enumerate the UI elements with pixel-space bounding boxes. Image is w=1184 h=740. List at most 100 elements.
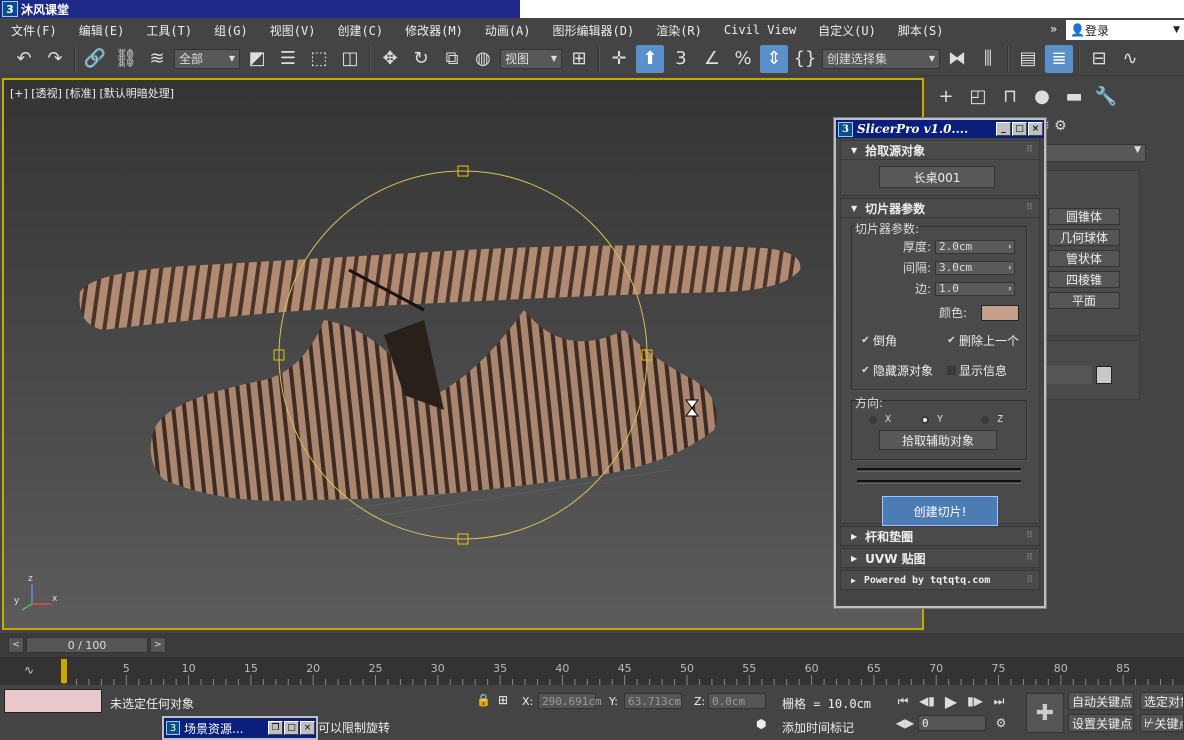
selection-filter-dropdown[interactable]: 全部 ▼ — [174, 48, 240, 69]
key-mode-icon[interactable]: ◀▶ — [896, 716, 914, 730]
set-key-big-button[interactable]: ✚ — [1026, 693, 1064, 733]
time-cursor[interactable] — [61, 659, 67, 683]
interval-spinner[interactable]: 3.0cm ⬍ — [935, 260, 1016, 275]
viewport-label[interactable]: [+] [透视] [标准] [默认明暗处理] — [10, 85, 174, 101]
powered-by-rollout-header[interactable]: ▶ Powered by tqtqtq.com ⠿ — [840, 570, 1040, 590]
login-dropdown[interactable]: 👤 登录 ▼ — [1066, 20, 1184, 40]
material-editor-icon[interactable]: ∿ — [1116, 45, 1144, 73]
auto-key-button[interactable]: 自动关键点 — [1068, 692, 1134, 710]
time-slider-thumb[interactable]: 0 / 100 — [26, 637, 148, 653]
unlink-icon[interactable]: ⛓ — [112, 45, 140, 73]
menu-scripting[interactable]: 脚本(S) — [887, 22, 955, 39]
uvw-rollout-header[interactable]: ▶ UVW 贴图 ⠿ — [840, 548, 1040, 568]
scene-explorer-window[interactable]: 3 场景资源... ❐ □ × — [162, 716, 318, 740]
maximize-icon[interactable]: □ — [1012, 122, 1027, 136]
go-to-start-icon[interactable]: ⏮ — [896, 694, 910, 708]
key-filters-button[interactable]: ⊬ 关键点 — [1140, 714, 1184, 732]
motion-icon[interactable]: ● — [1030, 86, 1054, 107]
menu-civil-view[interactable]: Civil View — [713, 23, 807, 37]
selected-dropdown[interactable]: 选定对象 — [1140, 692, 1184, 710]
minimize-icon[interactable]: _ — [996, 122, 1011, 136]
rods-rollout-header[interactable]: ▶ 杆和垫圈 ⠿ — [840, 526, 1040, 546]
x-coordinate-field[interactable]: 290.691cm — [538, 693, 602, 709]
time-tag-icon[interactable]: ⬢ — [756, 717, 766, 731]
layer-explorer-icon[interactable]: ▤ — [1014, 45, 1042, 73]
edit-named-sets-icon[interactable]: {} — [791, 45, 819, 73]
menu-overflow-icon[interactable]: » — [1050, 22, 1057, 36]
menu-file[interactable]: 文件(F) — [0, 22, 68, 39]
set-key-button[interactable]: 设置关键点 — [1068, 714, 1134, 732]
select-object-icon[interactable]: ◩ — [243, 45, 271, 73]
object-color-swatch[interactable] — [1096, 366, 1112, 384]
move-icon[interactable]: ✥ — [376, 45, 404, 73]
geosphere-button[interactable]: 几何球体 — [1048, 229, 1120, 246]
slicer-params-rollout-header[interactable]: ▼ 切片器参数 ⠿ — [840, 198, 1040, 218]
menu-tools[interactable]: 工具(T) — [135, 22, 203, 39]
edge-spinner[interactable]: 1.0 ⬍ — [935, 281, 1016, 296]
chevron-right-icon[interactable]: > — [150, 637, 166, 653]
menu-customize[interactable]: 自定义(U) — [807, 22, 887, 39]
close-icon[interactable]: × — [1028, 122, 1043, 136]
delete-prev-checkbox[interactable]: ✔ 删除上一个 — [947, 332, 1019, 349]
restore-icon[interactable]: ❐ — [268, 721, 283, 735]
show-info-checkbox[interactable]: 显示信息 — [947, 362, 1007, 379]
plane-button[interactable]: 平面 — [1048, 292, 1120, 309]
menu-graph-editors[interactable]: 图形编辑器(D) — [542, 22, 646, 39]
select-manipulate-icon[interactable]: ✛ — [605, 45, 633, 73]
hide-source-checkbox[interactable]: ✔ 隐藏源对象 — [861, 362, 933, 379]
pick-source-rollout-header[interactable]: ▼ 拾取源对象 ⠿ — [840, 140, 1040, 160]
thickness-spinner[interactable]: 2.0cm ⬍ — [935, 239, 1016, 254]
slice-color-swatch[interactable] — [981, 304, 1020, 321]
pyramid-button[interactable]: 四棱锥 — [1048, 271, 1120, 288]
go-to-end-icon[interactable]: ⏭ — [992, 694, 1006, 708]
curve-editor-icon[interactable]: ∿ — [24, 663, 34, 677]
menu-edit[interactable]: 编辑(E) — [68, 22, 136, 39]
rotate-icon[interactable]: ↻ — [407, 45, 435, 73]
rect-select-icon[interactable]: ⬚ — [305, 45, 333, 73]
ref-coord-dropdown[interactable]: 视图 ▼ — [500, 48, 562, 69]
place-icon[interactable]: ◍ — [469, 45, 497, 73]
z-coordinate-field[interactable]: 0.0cm — [708, 693, 766, 709]
y-coordinate-field[interactable]: 63.713cm — [624, 693, 682, 709]
play-icon[interactable]: ▶ — [944, 692, 958, 711]
perspective-viewport[interactable]: [+] [透视] [标准] [默认明暗处理] z x y — [2, 78, 924, 630]
lock-icon[interactable]: 🔒 — [476, 693, 491, 707]
display-icon[interactable]: ▬ — [1062, 86, 1086, 107]
object-type-dropdown[interactable]: ▼ — [1044, 144, 1146, 162]
direction-y-radio[interactable]: Y — [921, 414, 943, 425]
tube-button[interactable]: 管状体 — [1048, 250, 1120, 267]
menu-rendering[interactable]: 渲染(R) — [645, 22, 713, 39]
close-icon[interactable]: × — [300, 721, 315, 735]
create-icon[interactable]: + — [934, 86, 958, 107]
align-icon[interactable]: ⫼ — [974, 45, 1002, 73]
menu-modifiers[interactable]: 修改器(M) — [394, 22, 474, 39]
toggle-ribbon-icon[interactable]: ≣ — [1045, 44, 1073, 73]
maxscript-listener-mini[interactable] — [4, 689, 102, 713]
snaps-3d-icon[interactable]: 3 — [667, 45, 695, 73]
cone-button[interactable]: 圆锥体 — [1048, 208, 1120, 225]
schematic-icon[interactable]: ⊟ — [1085, 45, 1113, 73]
track-bar[interactable]: 0510152025303540455055606570758085 ∿ — [0, 657, 1184, 685]
utilities-icon[interactable]: 🔧 — [1094, 86, 1118, 107]
scale-icon[interactable]: ⧉ — [438, 45, 466, 73]
selection-set-dropdown[interactable]: 创建选择集 ▼ — [822, 48, 940, 69]
angle-snap-icon[interactable]: ∠ — [698, 45, 726, 73]
percent-snap-icon[interactable]: % — [729, 45, 757, 73]
pivot-icon[interactable]: ⊞ — [565, 45, 593, 73]
redo-icon[interactable]: ↷ — [41, 45, 69, 73]
undo-icon[interactable]: ↶ — [10, 45, 38, 73]
current-frame-spinner[interactable]: 0 — [918, 715, 986, 731]
select-by-name-icon[interactable]: ☰ — [274, 45, 302, 73]
next-frame-icon[interactable]: ▮▶ — [967, 694, 983, 708]
maximize-icon[interactable]: □ — [284, 721, 299, 735]
bind-spacewarp-icon[interactable]: ≋ — [143, 45, 171, 73]
menu-create[interactable]: 创建(C) — [326, 22, 394, 39]
link-icon[interactable]: 🔗 — [81, 45, 109, 73]
direction-z-radio[interactable]: Z — [981, 414, 1003, 425]
hierarchy-icon[interactable]: ⊓ — [998, 86, 1022, 107]
menu-animation[interactable]: 动画(A) — [474, 22, 542, 39]
time-config-icon[interactable]: ⚙ — [994, 716, 1008, 730]
slicer-title-bar[interactable]: 3 SlicerPro v1.0.... _ □ × — [836, 120, 1044, 138]
menu-views[interactable]: 视图(V) — [259, 22, 327, 39]
keyboard-shortcut-override-icon[interactable]: ⬆ — [636, 44, 664, 73]
